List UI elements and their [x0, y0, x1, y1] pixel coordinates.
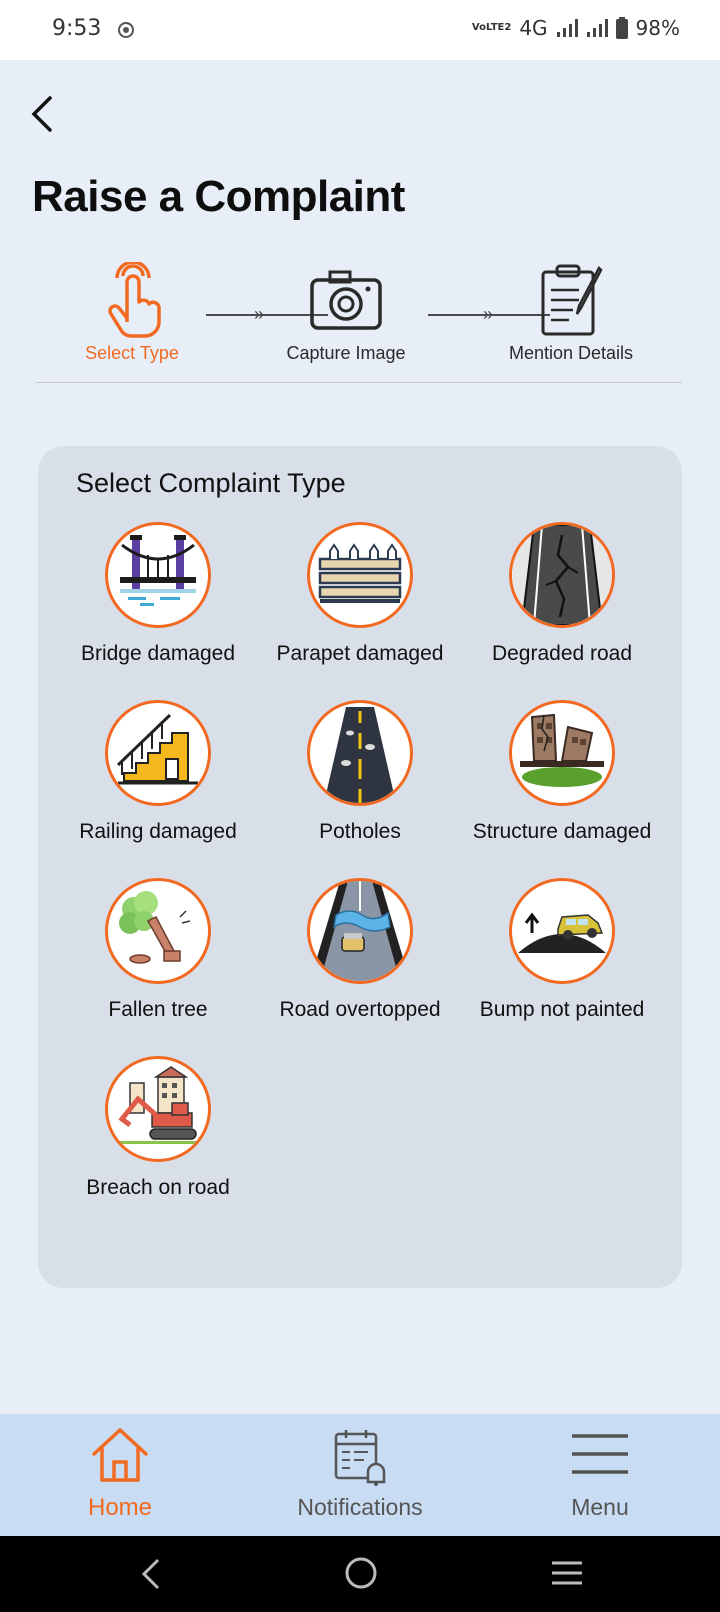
nav-menu[interactable]: Menu — [480, 1414, 720, 1536]
status-bar: 9:53 VoLTE2 4G 98% — [0, 0, 720, 60]
complaint-type-degraded-road[interactable]: Degraded road — [455, 522, 669, 682]
complaint-type-label: Degraded road — [491, 642, 633, 665]
complaint-type-label: Potholes — [319, 820, 401, 843]
bottom-navigation: Home Notifications Menu — [0, 1414, 720, 1536]
location-icon — [118, 22, 134, 38]
complaint-type-bridge-damaged[interactable]: Bridge damaged — [51, 522, 265, 682]
nav-home[interactable]: Home — [0, 1414, 240, 1536]
page-title: Raise a Complaint — [32, 172, 405, 221]
calendar-bell-icon — [334, 1430, 386, 1486]
nav-label: Notifications — [297, 1494, 423, 1520]
clipboard-pen-icon — [541, 264, 603, 336]
step-label: Mention Details — [508, 343, 634, 363]
battery-percent: 98% — [635, 16, 680, 40]
complaint-type-label: Structure damaged — [472, 820, 652, 843]
complaint-type-label: Road overtopped — [279, 998, 441, 1021]
back-arrow-icon[interactable] — [26, 92, 60, 136]
complaint-type-panel: Select Complaint Type Bridge damaged Par… — [38, 446, 682, 1288]
complaint-type-label: Parapet damaged — [276, 642, 444, 665]
home-icon — [92, 1428, 148, 1482]
step-select-type[interactable]: Select Type — [66, 260, 198, 364]
step-arrow-icon: » — [483, 304, 494, 324]
complaint-type-parapet-damaged[interactable]: Parapet damaged — [253, 522, 467, 682]
network-type: 4G — [519, 16, 548, 40]
status-time: 9:53 — [52, 16, 102, 41]
step-capture-image[interactable]: Capture Image — [276, 262, 416, 364]
complaint-type-breach-on-road[interactable]: Breach on road — [51, 1056, 265, 1216]
tap-hand-icon — [108, 260, 161, 338]
fallen-tree-icon — [119, 891, 191, 964]
system-navigation-bar — [0, 1536, 720, 1612]
complaint-type-road-overtopped[interactable]: Road overtopped — [253, 878, 467, 1038]
flooded-road-icon — [310, 881, 410, 981]
step-arrow-icon: » — [254, 304, 265, 324]
system-back-icon[interactable] — [140, 1558, 164, 1590]
system-home-icon[interactable] — [344, 1556, 378, 1590]
complaint-type-railing-damaged[interactable]: Railing damaged — [51, 700, 265, 860]
complaint-type-label: Railing damaged — [79, 820, 237, 843]
nav-notifications[interactable]: Notifications — [240, 1414, 480, 1536]
bridge-icon — [120, 535, 196, 606]
speed-bump-icon — [518, 912, 606, 953]
complaint-type-fallen-tree[interactable]: Fallen tree — [51, 878, 265, 1038]
nav-label: Menu — [571, 1494, 629, 1520]
panel-title: Select Complaint Type — [76, 468, 346, 498]
complaint-type-potholes[interactable]: Potholes — [253, 700, 467, 860]
hamburger-menu-icon — [572, 1434, 628, 1474]
excavator-icon — [116, 1066, 200, 1144]
staircase-railing-icon — [116, 713, 198, 785]
complaint-type-label: Breach on road — [86, 1176, 230, 1199]
volte-indicator: VoLTE2 — [471, 22, 512, 33]
cracked-road-icon — [512, 525, 612, 625]
nav-label: Home — [87, 1494, 153, 1521]
complaint-type-bump-not-painted[interactable]: Bump not painted — [455, 878, 669, 1038]
pothole-road-icon — [324, 707, 396, 803]
status-right: VoLTE2 4G 98% — [472, 16, 680, 40]
step-label: Capture Image — [286, 343, 406, 363]
system-recents-icon[interactable] — [550, 1560, 584, 1586]
complaint-type-label: Bump not painted — [479, 998, 645, 1021]
complaint-type-label: Fallen tree — [108, 998, 208, 1021]
signal-icon-2 — [586, 19, 608, 37]
battery-icon — [615, 17, 628, 39]
step-label: Select Type — [85, 343, 179, 363]
parapet-icon — [318, 543, 402, 603]
complaint-type-structure-damaged[interactable]: Structure damaged — [455, 700, 669, 860]
complaint-type-label: Bridge damaged — [80, 642, 236, 665]
stepper: Select Type » Capture Image » Mention De… — [36, 260, 682, 383]
step-mention-details[interactable]: Mention Details — [496, 262, 646, 364]
camera-icon — [310, 270, 382, 330]
collapsed-building-icon — [520, 713, 604, 787]
signal-icon — [556, 19, 578, 37]
